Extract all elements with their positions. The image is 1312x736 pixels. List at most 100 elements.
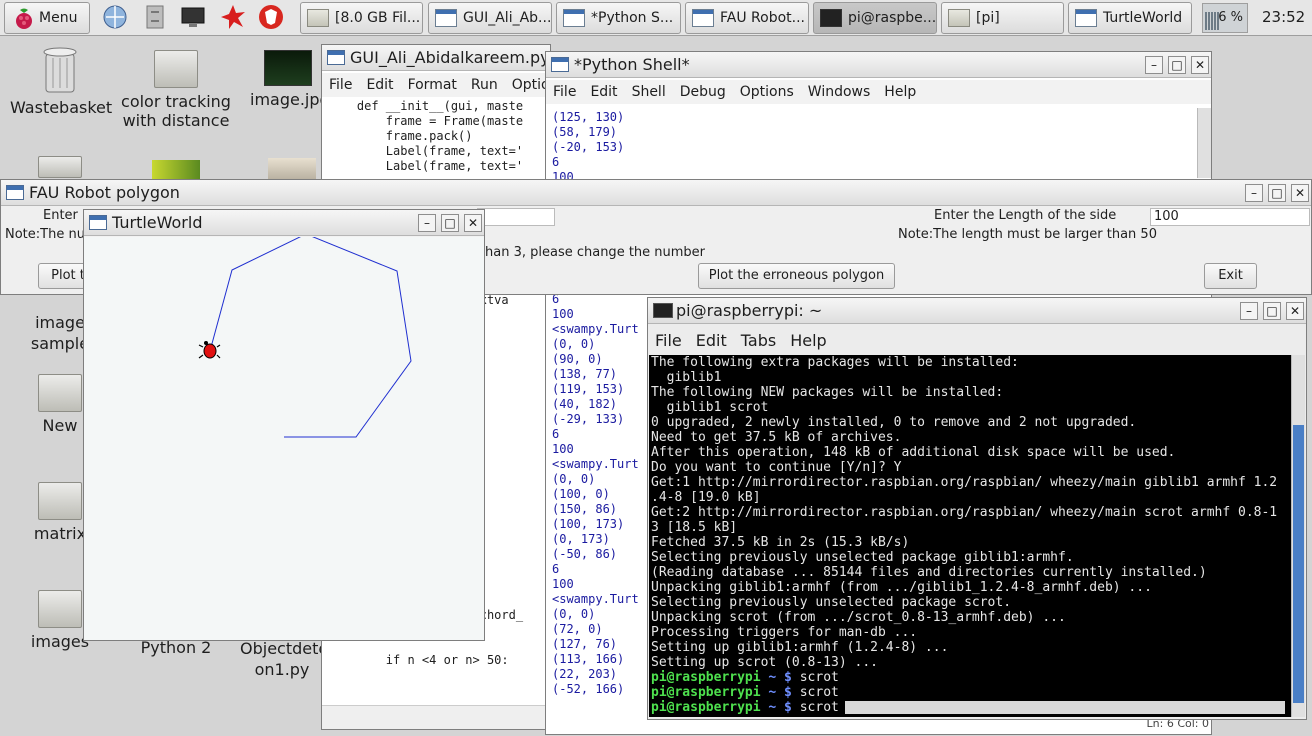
terminal-menu-help[interactable]: Help <box>783 327 833 355</box>
editor-menu-format[interactable]: Format <box>401 73 464 97</box>
terminal-line: giblib1 scrot <box>651 400 769 415</box>
plot-erroneous-polygon-button[interactable]: Plot the erroneous polygon <box>698 263 895 289</box>
close-button[interactable]: ✕ <box>464 214 482 232</box>
terminal-line: Get:2 http://mirrordirector.raspbian.org… <box>651 505 1278 520</box>
desktop-icon-wastebasket[interactable]: Wastebasket <box>10 44 112 117</box>
terminal-menu-file[interactable]: File <box>648 327 689 355</box>
maximize-button[interactable]: □ <box>1263 302 1281 320</box>
turtle-titlebar[interactable]: TurtleWorld – □ ✕ <box>84 210 484 236</box>
window-icon <box>6 185 24 200</box>
wolfram-icon[interactable] <box>258 4 284 30</box>
shell-output-line: (90, 0) <box>552 352 603 366</box>
shell-output-line: 6 <box>552 427 560 441</box>
terminal-output: The following extra packages will be ins… <box>651 355 1277 670</box>
terminal-title: pi@raspberrypi: ~ <box>676 301 823 320</box>
taskbar-window-file-manager[interactable]: [8.0 GB Fil... <box>300 2 423 34</box>
editor-code-top[interactable]: def __init__(gui, maste frame = Frame(ma… <box>328 99 548 179</box>
editor-titlebar[interactable]: GUI_Ali_Abidalkareem.py - / <box>322 45 550 71</box>
minimize-button[interactable]: – <box>1240 302 1258 320</box>
terminal-line: Processing triggers for man-db ... <box>651 625 918 640</box>
terminal-line: 3 [18.5 kB] <box>651 520 738 535</box>
shell-output-top[interactable]: (125, 130) (58, 179) (-20, 153) 6 100 <box>552 110 1192 182</box>
shell-menu-file[interactable]: File <box>546 80 583 104</box>
shell-menu-windows[interactable]: Windows <box>801 80 878 104</box>
menu-button[interactable]: Menu <box>4 2 90 34</box>
prompt-user: pi@raspberrypi <box>651 685 761 700</box>
desktop-icon-image-jpg[interactable]: image.jpg <box>250 50 330 109</box>
editor-menu-run[interactable]: Run <box>464 73 505 97</box>
file-cabinet-icon[interactable] <box>142 4 168 30</box>
folder-icon <box>948 9 970 27</box>
shell-menu-options[interactable]: Options <box>733 80 801 104</box>
editor-menu-file[interactable]: File <box>322 73 359 97</box>
shell-output-line: <swampy.Turt <box>552 457 639 471</box>
terminal-menu-tabs[interactable]: Tabs <box>734 327 783 355</box>
shell-menu-shell[interactable]: Shell <box>625 80 673 104</box>
minimize-button[interactable]: – <box>1145 56 1163 74</box>
shell-output-line: (125, 130) <box>552 110 625 124</box>
code-line: Label(frame, text=' <box>328 144 524 158</box>
burst-icon[interactable] <box>220 4 246 30</box>
side-length-input[interactable]: 100 <box>1150 208 1310 226</box>
close-button[interactable]: ✕ <box>1291 184 1309 202</box>
prompt-command: scrot <box>799 685 839 700</box>
terminal-line: .4-8 [19.0 kB] <box>651 490 761 505</box>
window-icon <box>692 9 714 27</box>
terminal-line: Setting up scrot (0.8-13) ... <box>651 655 878 670</box>
side-length-label: Enter the Length of the side <box>934 208 1117 223</box>
terminal-line: The following extra packages will be ins… <box>651 355 1019 370</box>
image-thumbnail-icon[interactable] <box>152 160 200 180</box>
shell-titlebar[interactable]: *Python Shell* – □ ✕ <box>546 52 1211 78</box>
turtle-icon <box>198 341 221 359</box>
terminal-line: After this operation, 148 kB of addition… <box>651 445 1176 460</box>
terminal-screen[interactable]: The following extra packages will be ins… <box>649 355 1292 717</box>
shell-menu-help[interactable]: Help <box>877 80 923 104</box>
sides-input[interactable] <box>477 208 555 226</box>
close-button[interactable]: ✕ <box>1286 302 1304 320</box>
shell-menu-debug[interactable]: Debug <box>673 80 733 104</box>
terminal-line: Do you want to continue [Y/n]? Y <box>651 460 902 475</box>
taskbar-window-python-shell[interactable]: *Python S... <box>556 2 681 34</box>
editor-menubar: File Edit Format Run Options <box>322 73 566 97</box>
menu-label: Menu <box>39 10 78 26</box>
terminal-prompt-line: pi@raspberrypi ~ $ scrot <box>651 670 1285 685</box>
editor-menu-edit[interactable]: Edit <box>359 73 400 97</box>
minimize-button[interactable]: – <box>418 214 436 232</box>
terminal-line: giblib1 <box>651 370 722 385</box>
shell-output-body[interactable]: 6 100 <swampy.Turt (0, 0) (90, 0) (138, 77) (1… <box>552 292 652 712</box>
maximize-button[interactable]: □ <box>441 214 459 232</box>
maximize-button[interactable]: □ <box>1268 184 1286 202</box>
shell-menu-edit[interactable]: Edit <box>583 80 624 104</box>
maximize-button[interactable]: □ <box>1168 56 1186 74</box>
sides-note-continued: han 3, please change the number <box>485 245 706 260</box>
desktop-icon-objectdetection[interactable]: Objectdete on1.py <box>240 638 328 680</box>
window-icon <box>1075 9 1097 27</box>
robot-title: FAU Robot polygon <box>29 183 180 202</box>
terminal-titlebar[interactable]: pi@raspberrypi: ~ – □ ✕ <box>648 298 1306 324</box>
minimize-button[interactable]: – <box>1245 184 1263 202</box>
terminal-window: pi@raspberrypi: ~ – □ ✕ File Edit Tabs Help… <box>647 297 1307 720</box>
taskbar-window-terminal[interactable]: pi@raspbe... <box>813 2 937 34</box>
shell-scrollbar[interactable] <box>1197 108 1211 178</box>
code-line: frame.pack() <box>328 129 473 143</box>
code-line: Label(frame, text=' <box>328 159 524 173</box>
desktop-icon-color-tracking[interactable]: color tracking with distance <box>118 50 234 130</box>
browser-globe-icon[interactable] <box>102 4 128 30</box>
desktop-folder-partial[interactable] <box>36 156 84 178</box>
close-button[interactable]: ✕ <box>1191 56 1209 74</box>
terminal-line: Unpacking giblib1:armhf (from .../giblib… <box>651 580 1152 595</box>
robot-titlebar[interactable]: FAU Robot polygon – □ ✕ <box>1 180 1311 206</box>
taskbar-window-robot[interactable]: FAU Robot... <box>685 2 809 34</box>
terminal-scrollbar[interactable] <box>1291 355 1305 717</box>
turtle-canvas[interactable] <box>84 233 484 640</box>
terminal-scrollbar-thumb[interactable] <box>1293 425 1304 703</box>
taskbar-window-editor[interactable]: GUI_Ali_Ab... <box>428 2 552 34</box>
monitor-icon[interactable] <box>180 4 206 30</box>
taskbar-window-pi-folder[interactable]: [pi] <box>941 2 1064 34</box>
image-thumbnail-icon[interactable] <box>268 158 316 180</box>
editor-hscroll[interactable] <box>322 705 550 729</box>
window-icon <box>327 50 345 65</box>
terminal-menu-edit[interactable]: Edit <box>689 327 734 355</box>
exit-button[interactable]: Exit <box>1204 263 1257 289</box>
taskbar-window-turtleworld[interactable]: TurtleWorld <box>1068 2 1192 34</box>
